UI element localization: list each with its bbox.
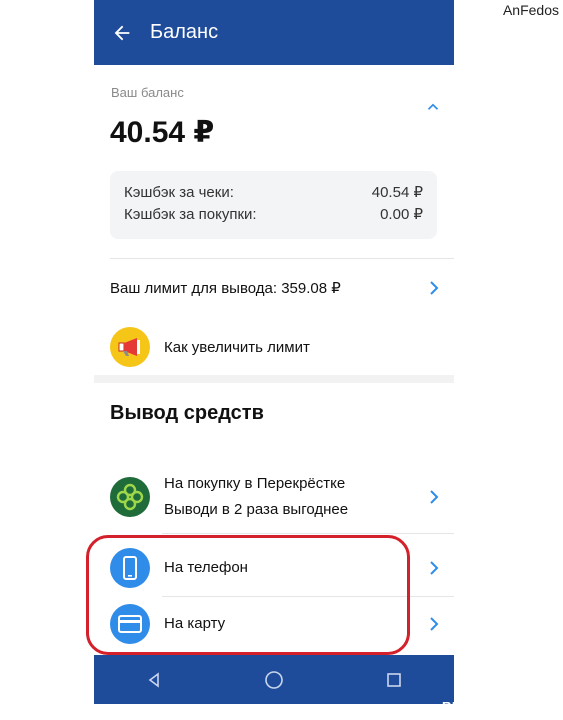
divider: [110, 258, 454, 259]
withdraw-limit-text: Ваш лимит для вывода: 359.08 ₽: [110, 280, 341, 297]
withdraw-option-title: На покупку в Перекрёстке: [164, 475, 346, 492]
chevron-right-icon: [428, 616, 440, 632]
increase-limit-text: Как увеличить лимит: [164, 338, 310, 356]
cashback-row: Кэшбэк за покупки: 0.00 ₽: [124, 204, 423, 226]
watermark-site: RECOMMEND.RU: [441, 699, 557, 714]
nav-home-icon[interactable]: [254, 660, 294, 700]
withdraw-option-perekrestok[interactable]: На покупку в Перекрёстке Выводи в 2 раза…: [94, 466, 454, 528]
system-navigation-bar: [94, 655, 454, 704]
chevron-right-icon: [428, 280, 440, 296]
balance-value: 40.54 ₽: [110, 116, 215, 149]
app-bar: Баланс: [94, 0, 454, 65]
withdraw-limit-row[interactable]: Ваш лимит для вывода: 359.08 ₽: [94, 265, 454, 311]
nav-recents-icon[interactable]: [374, 660, 414, 700]
cashback-label: Кэшбэк за покупки:: [124, 206, 257, 223]
cashback-value: 0.00 ₽: [380, 206, 423, 223]
increase-limit-row[interactable]: Как увеличить лимит: [94, 321, 454, 373]
cashback-row: Кэшбэк за чеки: 40.54 ₽: [124, 182, 423, 204]
cashback-label: Кэшбэк за чеки:: [124, 184, 234, 201]
highlight-annotation: [86, 535, 410, 655]
arrow-left-icon[interactable]: [94, 0, 150, 65]
nav-back-icon[interactable]: [134, 660, 174, 700]
chevron-right-icon: [428, 560, 440, 576]
balance-label: Ваш баланс: [111, 85, 184, 100]
chevron-up-icon[interactable]: [424, 98, 442, 116]
withdraw-section-title: Вывод средств: [110, 402, 264, 424]
watermark-author: AnFedos: [502, 2, 559, 18]
withdraw-option-subtitle: Выводи в 2 раза выгоднее: [164, 501, 349, 518]
divider: [162, 533, 454, 534]
cashback-value: 40.54 ₽: [371, 184, 423, 201]
cashback-card: Кэшбэк за чеки: 40.54 ₽ Кэшбэк за покупк…: [110, 171, 437, 239]
withdraw-option-text: На покупку в Перекрёстке Выводи в 2 раза…: [164, 471, 348, 523]
chevron-right-icon: [428, 489, 440, 505]
perekrestok-logo-icon: [110, 477, 150, 517]
megaphone-icon: [110, 327, 150, 367]
page-title: Баланс: [150, 21, 219, 43]
balance-section: Ваш баланс 40.54 ₽ Кэшбэк за чеки: 40.54…: [94, 65, 454, 375]
section-separator: [94, 375, 454, 383]
